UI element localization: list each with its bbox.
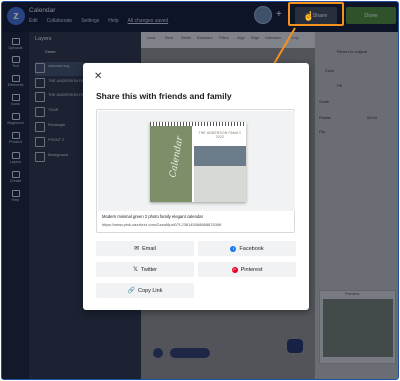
share-dialog: ✕ Share this with friends and family Cal…: [83, 63, 309, 310]
share-highlight-box: [288, 2, 344, 26]
product-title: Modern minimal green 2 photo family eleg…: [102, 214, 204, 219]
copy-link-button[interactable]: 🔗 Copy Link: [96, 283, 194, 298]
dialog-title: Share this with friends and family: [96, 91, 232, 101]
calendar-header: THE ANDERSON FAMILY 2022: [196, 131, 244, 139]
share-twitter-button[interactable]: 𝕏 Twitter: [96, 262, 194, 277]
x-twitter-icon: 𝕏: [132, 267, 138, 273]
copy-link-label: Copy Link: [138, 287, 163, 294]
mouse-cursor-icon: ☝: [303, 11, 315, 21]
share-facebook-button[interactable]: f Facebook: [198, 241, 296, 256]
share-email-button[interactable]: ✉ Email: [96, 241, 194, 256]
close-icon[interactable]: ✕: [94, 72, 102, 82]
product-url[interactable]: https://www.pink.zazzlezz.com/2zzwl8pzl0…: [102, 222, 221, 227]
link-icon: 🔗: [127, 288, 135, 294]
email-label: Email: [142, 245, 156, 252]
facebook-label: Facebook: [239, 245, 264, 252]
twitter-label: Twitter: [140, 266, 158, 273]
facebook-icon: f: [230, 245, 237, 252]
share-pinterest-button[interactable]: P Pinterest: [198, 262, 296, 277]
pinterest-icon: P: [231, 266, 238, 273]
calendar-mockup: Calendar THE ANDERSON FAMILY 2022: [150, 122, 246, 202]
calendar-year: 2022: [215, 135, 225, 139]
calendar-photo-waterfall: [194, 166, 246, 202]
pinterest-label: Pinterest: [240, 266, 263, 273]
product-image: Calendar THE ANDERSON FAMILY 2022: [98, 111, 295, 211]
envelope-icon: ✉: [134, 246, 140, 252]
product-card: Calendar THE ANDERSON FAMILY 2022 Modern…: [96, 109, 295, 233]
